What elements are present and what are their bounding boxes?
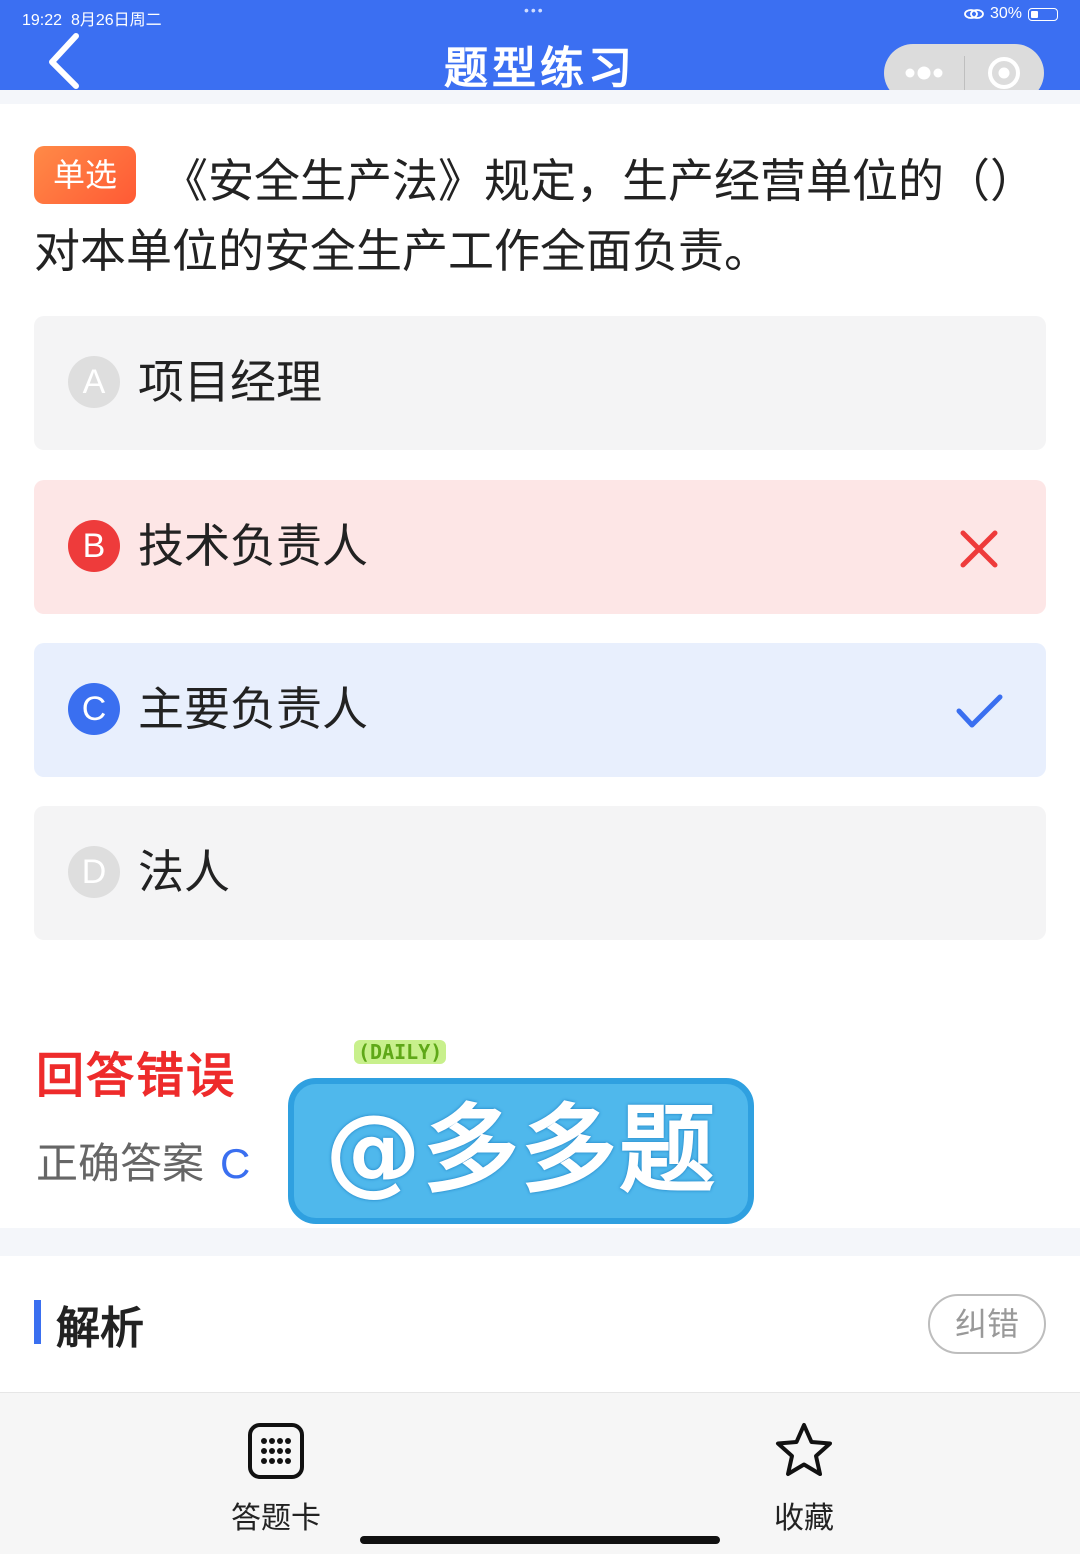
option-c[interactable]: C 主要负责人: [34, 643, 1046, 777]
check-icon: [956, 694, 1003, 728]
option-letter-badge: A: [68, 356, 120, 408]
analysis-title: 解析: [56, 1303, 144, 1354]
status-right: 30%: [964, 5, 1058, 23]
nav-bar: 题型练习: [0, 30, 1080, 102]
watermark-top-tag: (DAILY): [354, 1040, 447, 1064]
multitask-dots-icon[interactable]: •••: [524, 2, 545, 18]
correct-answer-value: C: [220, 1140, 251, 1187]
answer-card-icon: [248, 1423, 304, 1479]
star-icon: [776, 1423, 832, 1476]
question-type-tag: 单选: [34, 146, 136, 204]
top-divider: [0, 90, 1080, 104]
status-bar: 19:22 8月26日周二 ••• 30%: [0, 0, 1080, 30]
status-date: 8月26日周二: [70, 12, 162, 29]
option-a[interactable]: A 项目经理: [34, 316, 1046, 450]
option-letter-badge: D: [68, 846, 120, 898]
option-text: 项目经理: [138, 355, 322, 409]
status-time-date: 19:22 8月26日周二: [22, 6, 162, 30]
option-letter-badge: B: [68, 520, 120, 572]
correct-answer-row: 正确答案 C: [36, 1130, 250, 1191]
home-indicator[interactable]: [360, 1536, 720, 1544]
correct-answer-label: 正确答案: [36, 1139, 205, 1188]
option-text: 法人: [138, 845, 230, 899]
status-time: 19:22: [22, 12, 63, 29]
result-status: 回答错误: [36, 1048, 237, 1104]
cross-icon: [960, 530, 998, 568]
option-b[interactable]: B 技术负责人: [34, 480, 1046, 614]
favorite-label: 收藏: [774, 1501, 834, 1536]
question-stem: 单选 《安全生产法》规定，生产经营单位的（）对本单位的安全生产工作全面负责。: [34, 146, 1048, 286]
option-text: 主要负责人: [138, 682, 368, 736]
watermark-main: @多多题库: [288, 1078, 754, 1338]
report-error-button[interactable]: 纠错: [928, 1294, 1046, 1354]
answer-card-label: 答题卡: [231, 1501, 321, 1536]
watermark: (DAILY) @多多题库 (PLOG): [288, 1040, 758, 1338]
analysis-section: 解析 纠错: [0, 1256, 1080, 1392]
option-d[interactable]: D 法人: [34, 806, 1046, 940]
answer-card-button[interactable]: 答题卡: [206, 1421, 346, 1536]
question-text: 《安全生产法》规定，生产经营单位的（）对本单位的安全生产工作全面负责。: [34, 154, 1036, 278]
section-accent-bar: [34, 1300, 41, 1344]
battery-icon: [1028, 7, 1058, 21]
option-text: 技术负责人: [138, 519, 368, 573]
link-icon: [964, 9, 984, 19]
option-letter-badge: C: [68, 683, 120, 735]
section-divider: [0, 1228, 1080, 1256]
battery-percent: 30%: [989, 5, 1022, 22]
bottom-toolbar: 答题卡 收藏: [0, 1392, 1080, 1554]
favorite-button[interactable]: 收藏: [734, 1421, 874, 1536]
